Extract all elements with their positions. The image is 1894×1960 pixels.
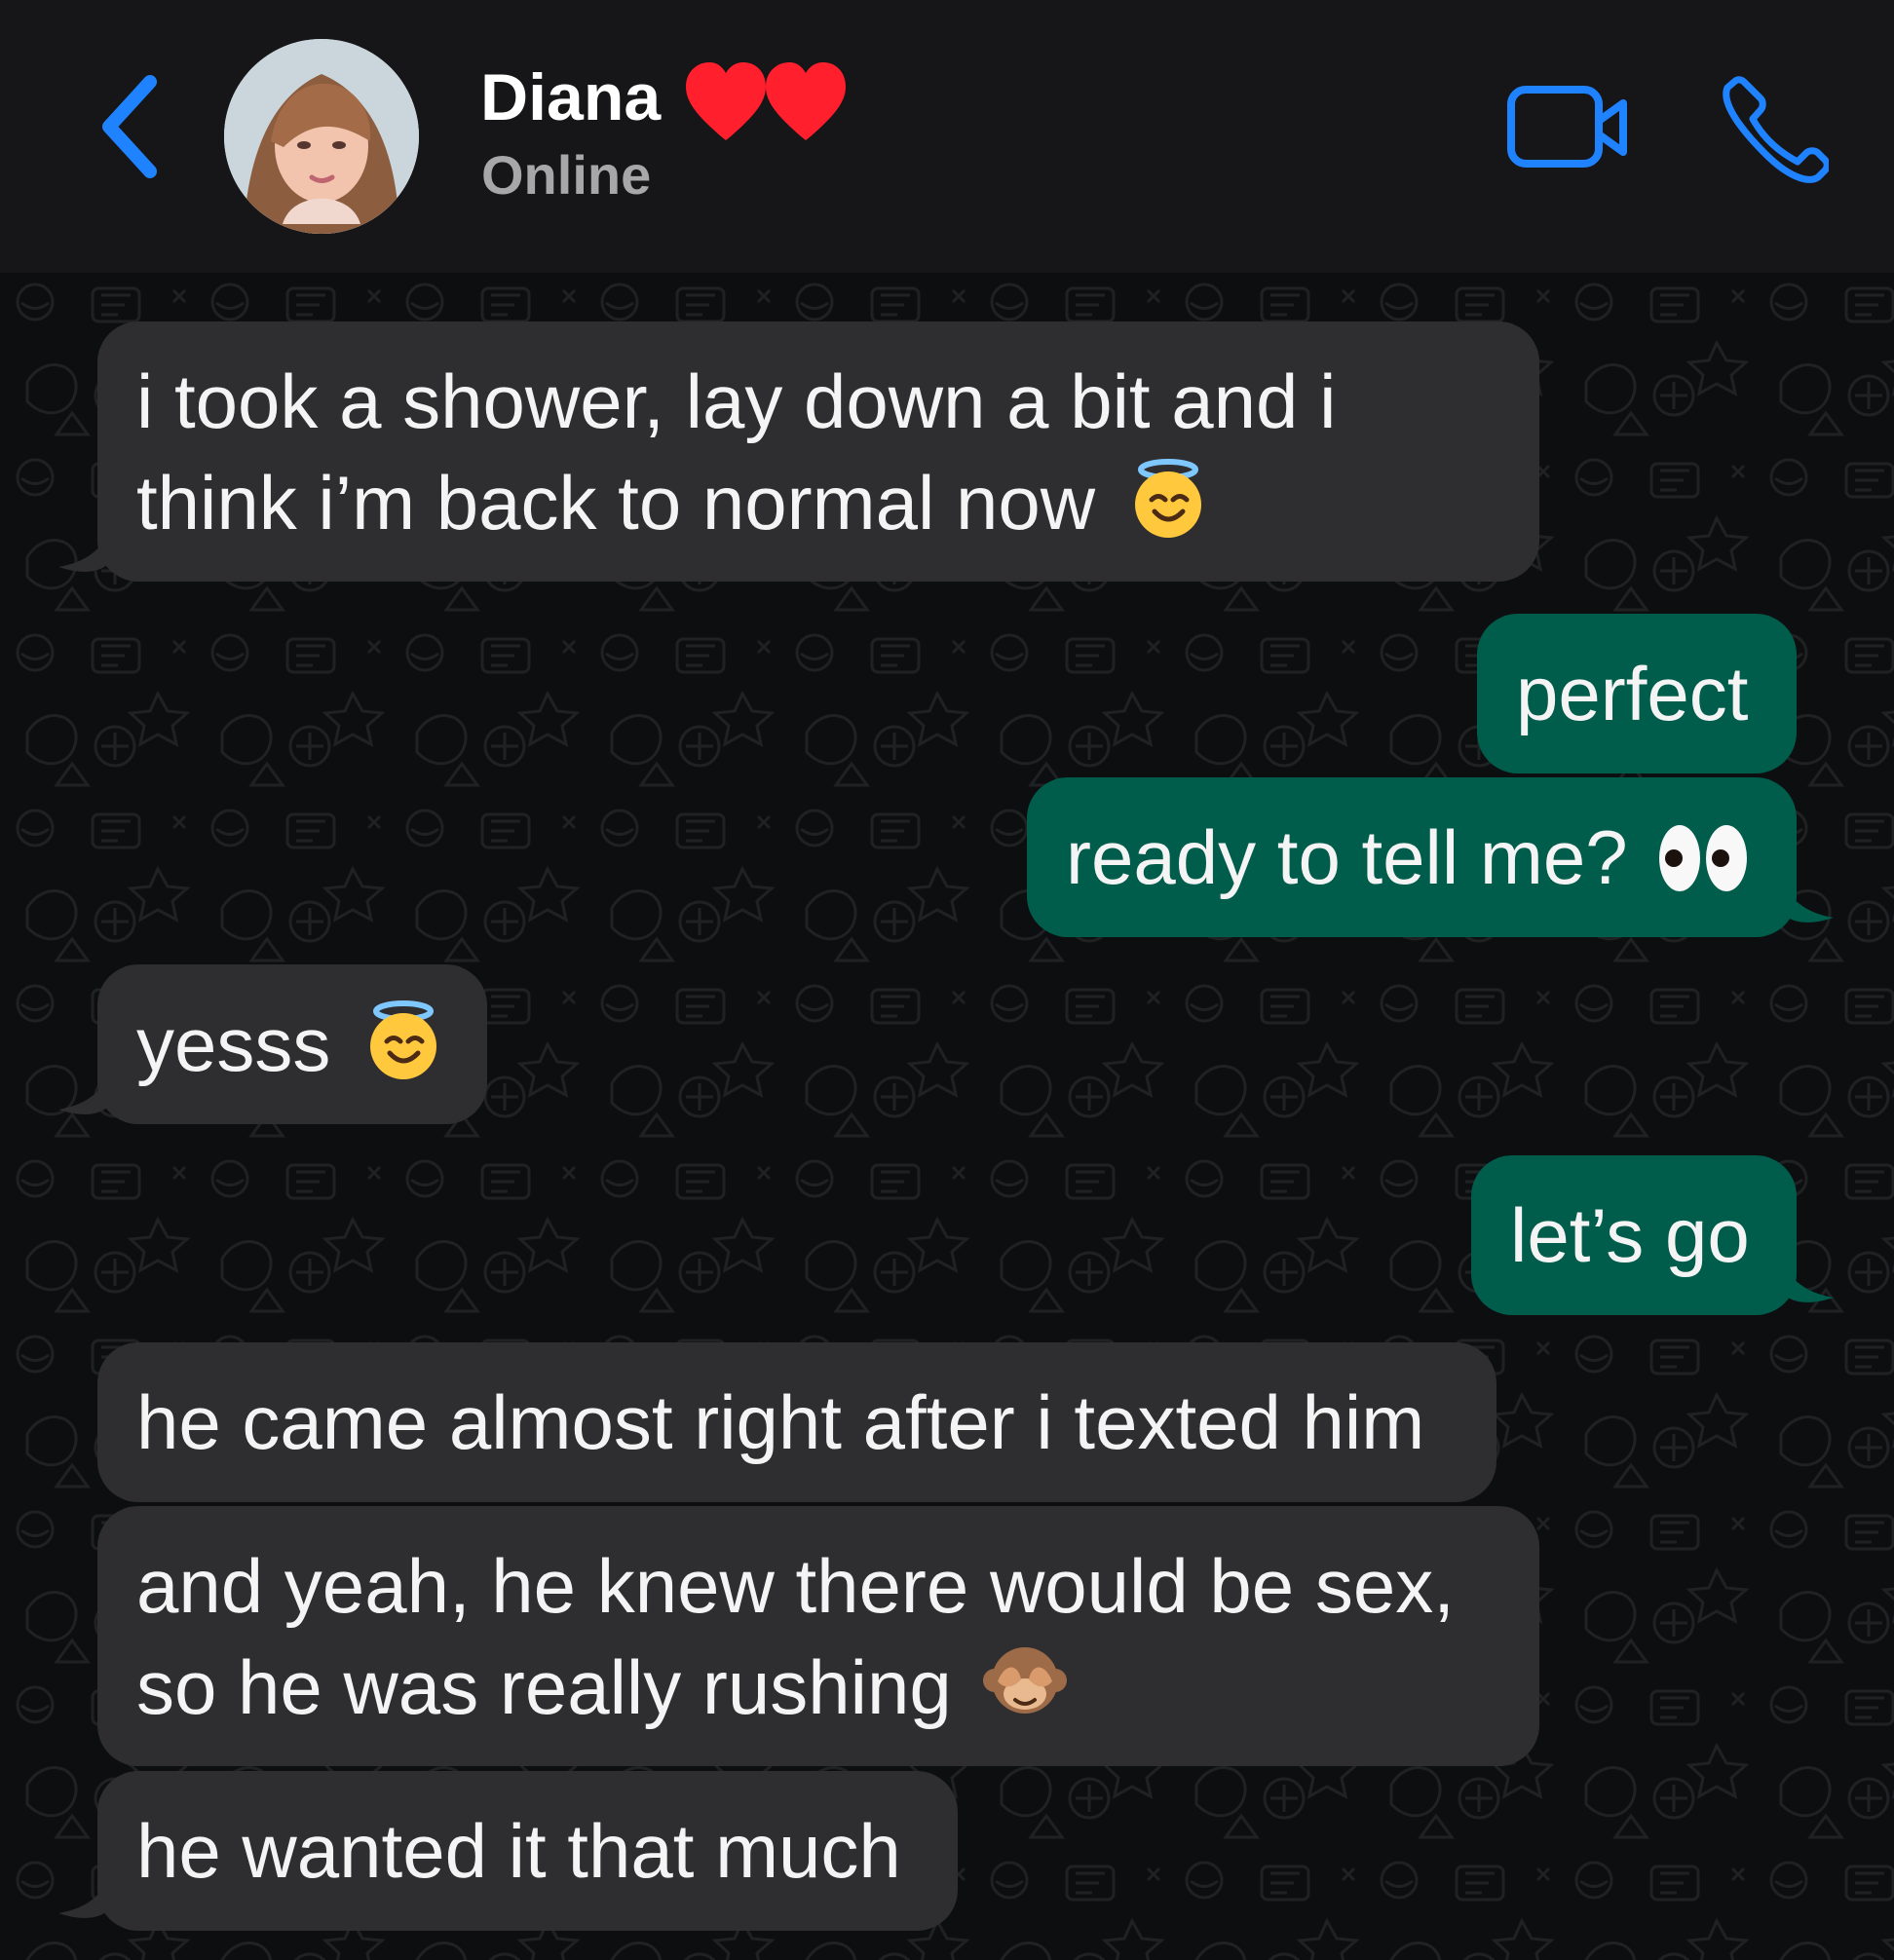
red-hearts-emoji [686, 62, 846, 140]
message-text: ready to tell me? [1066, 814, 1628, 900]
avatar[interactable] [224, 39, 419, 234]
bubble-tail [1783, 1264, 1834, 1302]
bubble-tail [58, 1880, 109, 1918]
message-text: perfect [1516, 651, 1749, 736]
online-status: Online [481, 144, 652, 206]
outgoing-message-bubble[interactable]: let’s go [1471, 1155, 1797, 1315]
chevron-left-icon[interactable] [86, 68, 173, 185]
incoming-message-bubble[interactable]: yesss [97, 964, 487, 1124]
bubble-tail [58, 534, 109, 572]
message-line: and yeah, he knew there would be sex, [136, 1543, 1455, 1629]
incoming-message-bubble[interactable]: he came almost right after i texted him [97, 1342, 1496, 1502]
message-line: i took a shower, lay down a bit and i [136, 358, 1337, 444]
outgoing-message-bubble[interactable]: perfect [1477, 614, 1797, 773]
message-text: he wanted it that much [136, 1808, 901, 1894]
smiling-face-with-halo-emoji [370, 1000, 437, 1079]
message-text: let’s go [1510, 1192, 1750, 1278]
message-text: yesss [136, 1001, 331, 1087]
message-line: so he was really rushing [136, 1644, 952, 1730]
video-camera-icon[interactable] [1505, 84, 1630, 171]
eyes-emoji [1659, 825, 1748, 891]
incoming-message-bubble[interactable]: i took a shower, lay down a bit and i th… [97, 321, 1539, 582]
message-line: think i’m back to normal now [136, 460, 1096, 546]
see-no-evil-monkey-emoji [983, 1647, 1068, 1714]
message-thread[interactable]: i took a shower, lay down a bit and i th… [0, 273, 1894, 1960]
message-text: he came almost right after i texted him [136, 1379, 1425, 1465]
outgoing-message-bubble[interactable]: ready to tell me? [1027, 777, 1797, 937]
incoming-message-bubble[interactable]: he wanted it that much [97, 1771, 958, 1931]
contact-name[interactable]: Diana [480, 57, 661, 138]
bubble-tail [1783, 885, 1834, 923]
smiling-face-with-halo-emoji [1134, 459, 1201, 538]
bubble-tail [58, 1076, 109, 1114]
incoming-message-bubble[interactable]: and yeah, he knew there would be sex, so… [97, 1506, 1539, 1766]
chat-header: Diana Online [0, 0, 1894, 273]
phone-icon[interactable] [1720, 74, 1829, 183]
